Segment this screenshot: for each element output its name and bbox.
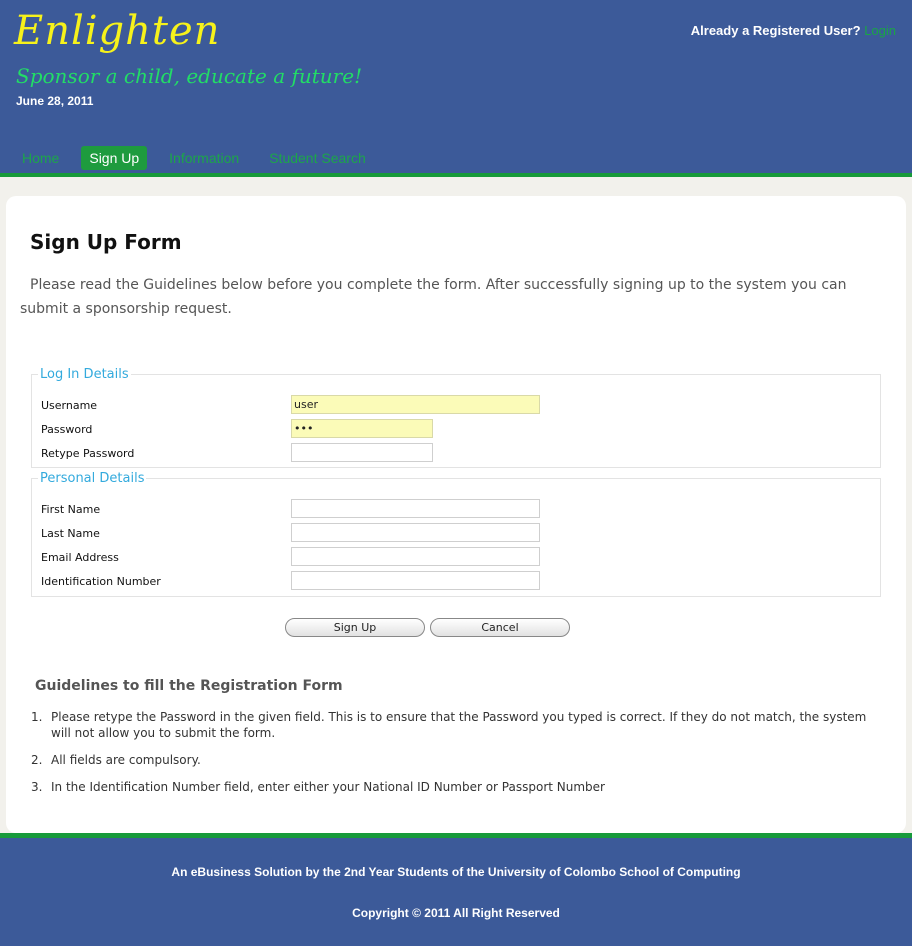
username-label: Username [41,399,98,412]
form-intro: Please read the Guidelines below before … [20,277,847,317]
email-input[interactable] [291,547,540,566]
guideline-text: In the Identification Number field, ente… [51,780,605,794]
registered-prompt-text: Already a Registered User? [690,23,861,38]
retype-password-label: Retype Password [41,447,135,460]
password-input[interactable] [291,419,433,438]
nav-student-search[interactable]: Student Search [261,146,374,170]
last-name-input[interactable] [291,523,540,542]
nav-sign-up[interactable]: Sign Up [81,146,148,170]
first-name-label: First Name [41,503,101,516]
password-label: Password [41,423,93,436]
site-logo[interactable]: Enlighten [14,8,220,54]
header-divider [0,173,912,177]
footer-credit: An eBusiness Solution by the 2nd Year St… [171,865,741,879]
registered-user-prompt: Already a Registered User? Login [691,23,896,38]
sign-up-button[interactable]: Sign Up [285,618,425,637]
guideline-item: 3. In the Identification Number field, en… [20,779,880,795]
personal-details-legend: Personal Details [40,471,145,486]
identification-number-input[interactable] [291,571,540,590]
guidelines-title: Guidelines to fill the Registration Form [35,678,343,694]
guideline-item: 1. Please retype the Password in the give… [20,709,880,741]
site-footer: An eBusiness Solution by the 2nd Year St… [0,838,912,946]
footer-copyright: Copyright © 2011 All Right Reserved [352,906,560,920]
site-tagline: Sponsor a child, educate a future! [16,64,363,88]
guideline-number: 1. [31,710,43,724]
login-link[interactable]: Login [864,23,896,38]
guideline-item: 2. All fields are compulsory. [20,752,880,768]
last-name-label: Last Name [41,527,100,540]
cancel-button[interactable]: Cancel [430,618,570,637]
guideline-text: Please retype the Password in the given … [51,710,867,740]
nav-home[interactable]: Home [14,146,67,170]
login-details-fieldset: Log In Details [31,367,881,468]
email-label: Email Address [41,551,119,564]
guideline-number: 3. [31,780,43,794]
guideline-text: All fields are compulsory. [51,753,201,767]
current-date: June 28, 2011 [16,94,94,108]
site-header: Enlighten Sponsor a child, educate a fut… [0,0,912,173]
page-title: Sign Up Form [30,230,182,254]
login-details-legend: Log In Details [40,367,129,382]
nav-information[interactable]: Information [161,146,247,170]
identification-number-label: Identification Number [41,575,161,588]
retype-password-input[interactable] [291,443,433,462]
main-nav: Home Sign Up Information Student Search [14,146,388,170]
first-name-input[interactable] [291,499,540,518]
username-input[interactable] [291,395,540,414]
guideline-number: 2. [31,753,43,767]
guidelines-list: 1. Please retype the Password in the give… [20,709,880,806]
